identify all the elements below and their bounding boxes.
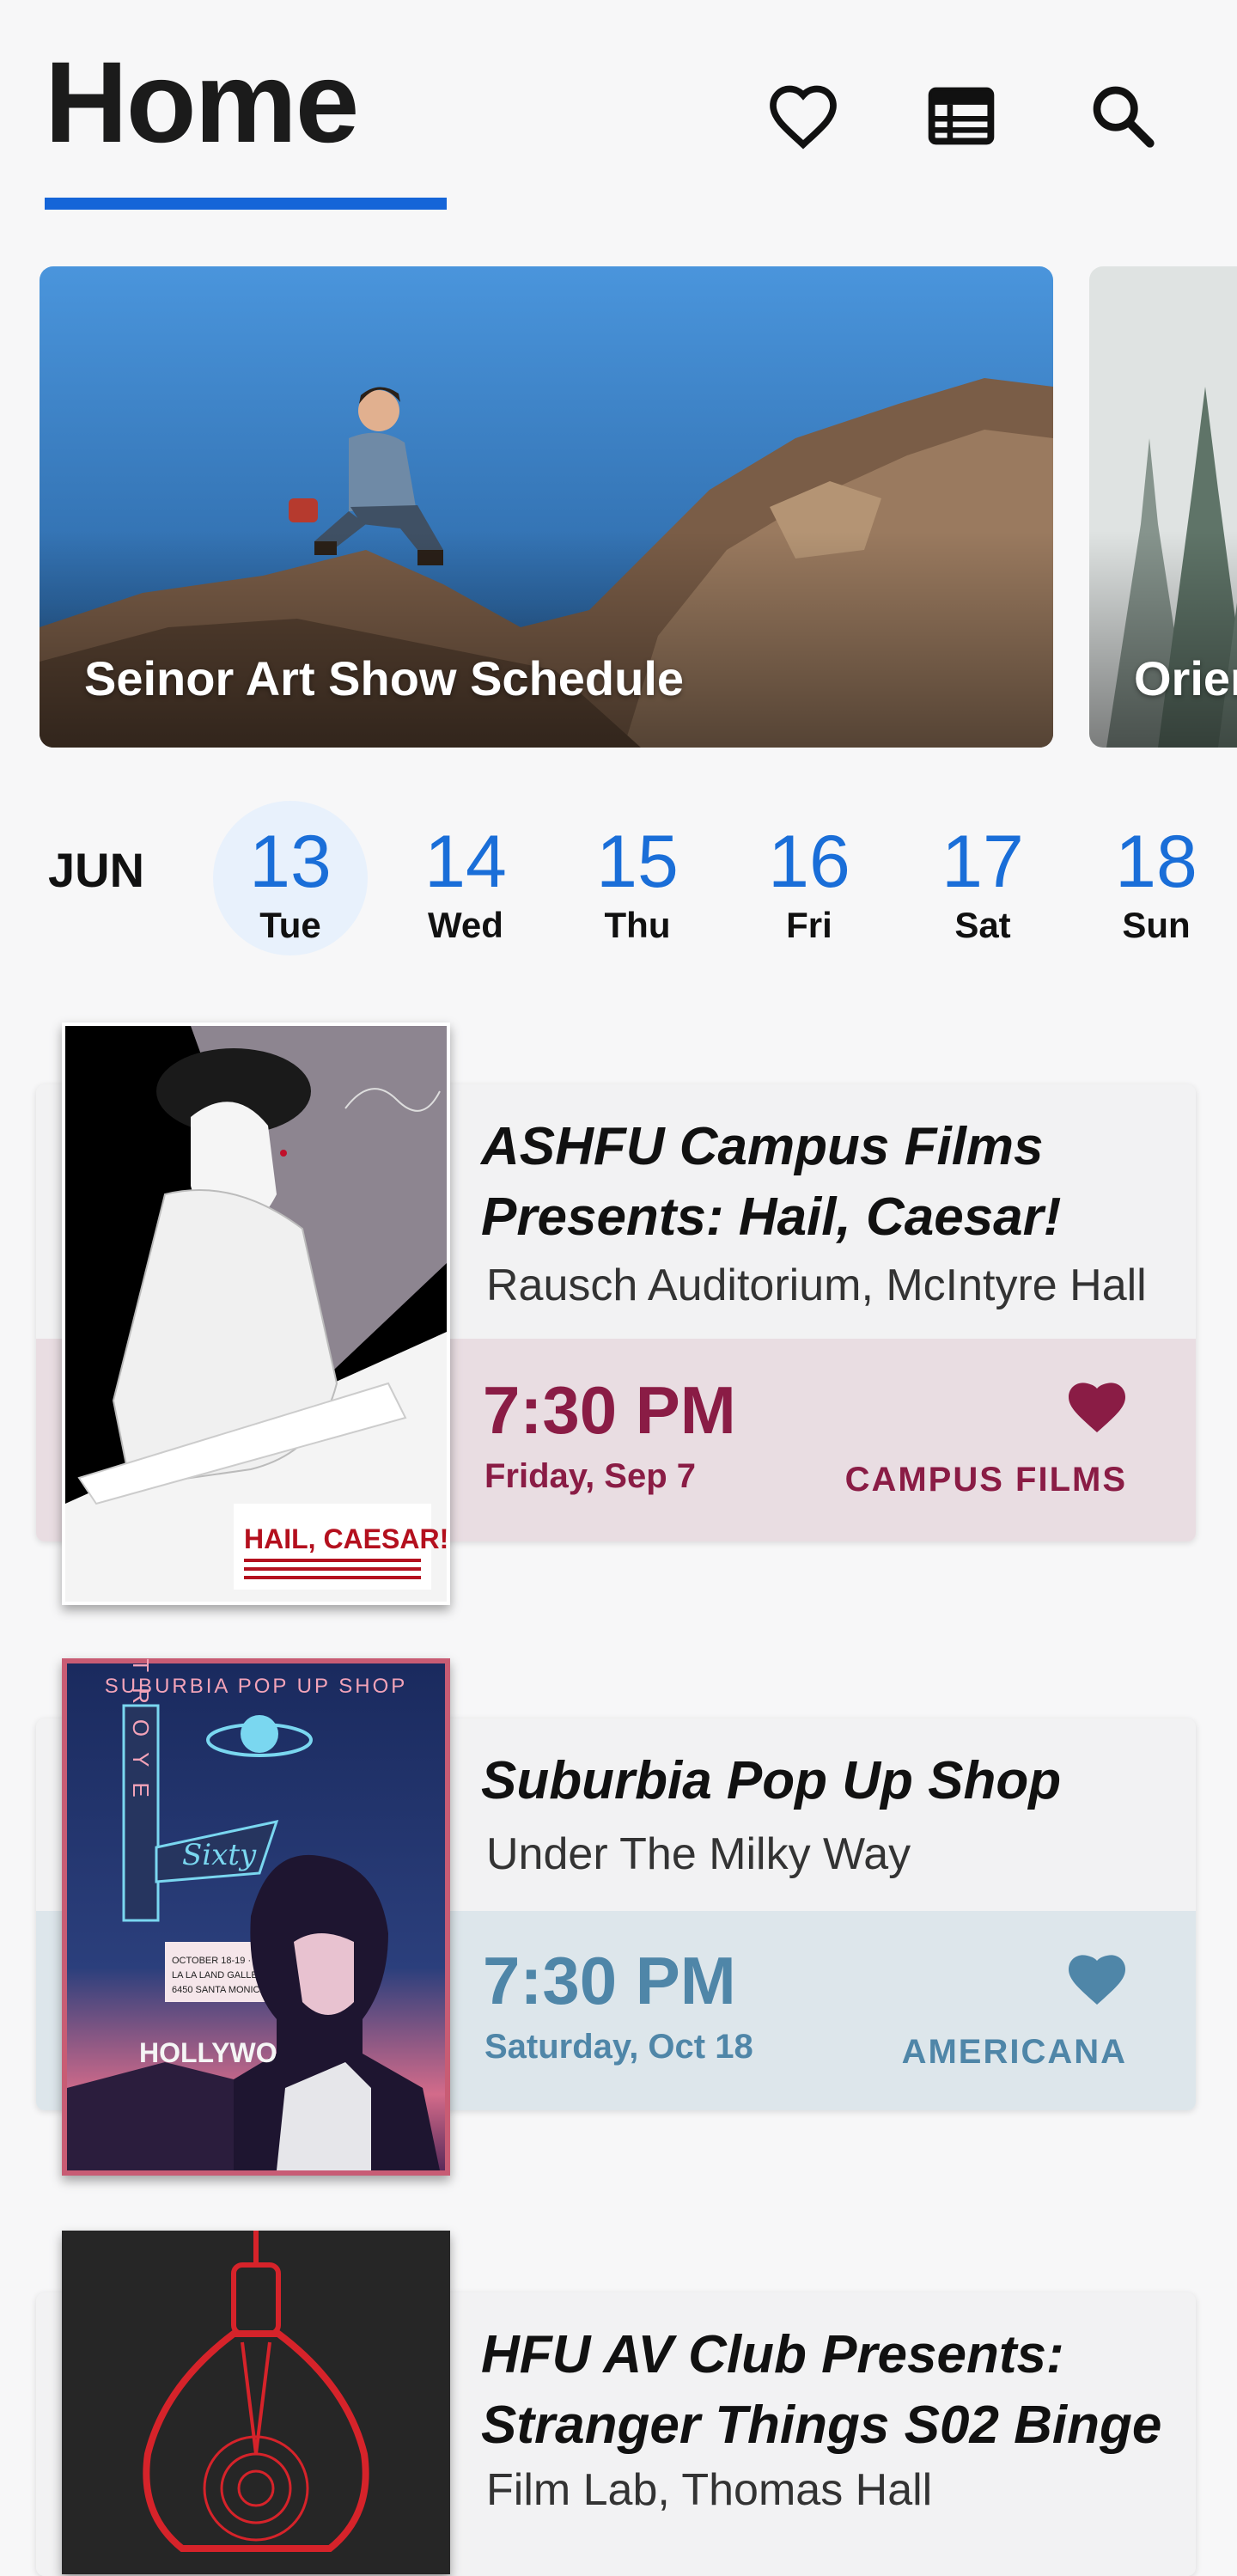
event-organizer: AMERICANA	[901, 2033, 1127, 2071]
event-title-line: Stranger Things S02 Binge	[481, 2396, 1162, 2455]
event-time: 7:30 PM	[483, 1943, 736, 2018]
date-weekday: Sun	[1122, 905, 1191, 945]
date-number: 17	[941, 821, 1024, 903]
calendar-icon	[928, 87, 995, 145]
date-number: 16	[768, 821, 850, 903]
date-weekday: Wed	[428, 905, 503, 945]
event-date: Saturday, Oct 18	[484, 2028, 753, 2066]
date-strip: JUN 13 Tue 14 Wed 15 Thu 16 Fri 17 Sat 1…	[0, 791, 1237, 962]
event-title: ASHFU Campus Films Presents: Hail, Caesa…	[481, 1112, 1185, 1253]
event-title: HFU AV Club Presents: Stranger Things S0…	[481, 2320, 1185, 2461]
date-number: 15	[596, 821, 679, 903]
date-weekday: Thu	[604, 905, 671, 945]
date-weekday: Tue	[259, 905, 321, 945]
date-number: 13	[249, 821, 332, 903]
search-icon	[1093, 86, 1155, 148]
date-number: 14	[424, 821, 507, 903]
poster-sign-text: TROYE	[128, 1658, 154, 1813]
event-venue: Film Lab, Thomas Hall	[486, 2465, 933, 2515]
event-poster[interactable]: SUBURBIA POP UP SHOP TROYE Sixty OCTOBER…	[62, 1658, 450, 2176]
poster-image: SUBURBIA POP UP SHOP TROYE Sixty OCTOBER…	[62, 1658, 450, 2176]
event-poster[interactable]	[62, 2231, 450, 2574]
date-tue-13[interactable]: 13 Tue	[213, 801, 368, 955]
favorites-button[interactable]	[765, 77, 842, 155]
date-fri-16[interactable]: 16 Fri	[732, 801, 887, 955]
featured-card[interactable]: Orien	[1089, 266, 1237, 748]
event-title-line: HFU AV Club Presents:	[481, 2325, 1064, 2384]
poster-script-text: Sixty	[182, 1838, 257, 1872]
featured-title: Seinor Art Show Schedule	[84, 651, 685, 705]
event-date: Friday, Sep 7	[484, 1457, 697, 1495]
calendar-button[interactable]	[923, 77, 1000, 155]
date-weekday: Fri	[786, 905, 832, 945]
event-venue: Under The Milky Way	[486, 1829, 911, 1879]
featured-title: Orien	[1134, 651, 1237, 705]
favorite-heart-icon[interactable]	[1065, 1950, 1129, 2007]
event-title-line: ASHFU Campus Films	[481, 1117, 1044, 1176]
poster-title-text: HAIL, CAESAR!	[244, 1523, 448, 1554]
date-wed-14[interactable]: 14 Wed	[388, 801, 543, 955]
event-organizer: CAMPUS FILMS	[844, 1461, 1127, 1499]
date-number: 18	[1115, 821, 1197, 903]
event-title-line: Presents: Hail, Caesar!	[481, 1187, 1062, 1247]
title-underline	[45, 198, 447, 210]
poster-image	[62, 2231, 450, 2574]
event-time: 7:30 PM	[483, 1372, 736, 1448]
event-poster[interactable]: HAIL, CAESAR!	[62, 1022, 450, 1605]
heart-icon	[770, 85, 837, 150]
search-button[interactable]	[1084, 77, 1161, 155]
page-title: Home	[45, 39, 359, 167]
favorite-heart-icon[interactable]	[1065, 1378, 1129, 1435]
date-sun-18[interactable]: 18 Sun	[1079, 801, 1234, 955]
date-thu-15[interactable]: 15 Thu	[560, 801, 715, 955]
event-venue: Rausch Auditorium, McIntyre Hall	[486, 1261, 1147, 1310]
featured-carousel[interactable]: Seinor Art Show Schedule Orien	[0, 266, 1237, 748]
date-weekday: Sat	[954, 905, 1011, 945]
poster-image: HAIL, CAESAR!	[62, 1022, 450, 1605]
event-title: Suburbia Pop Up Shop	[481, 1751, 1062, 1810]
month-label: JUN	[48, 843, 145, 897]
featured-card[interactable]: Seinor Art Show Schedule	[40, 266, 1053, 748]
app-header: Home	[0, 0, 1237, 232]
date-sat-17[interactable]: 17 Sat	[905, 801, 1060, 955]
